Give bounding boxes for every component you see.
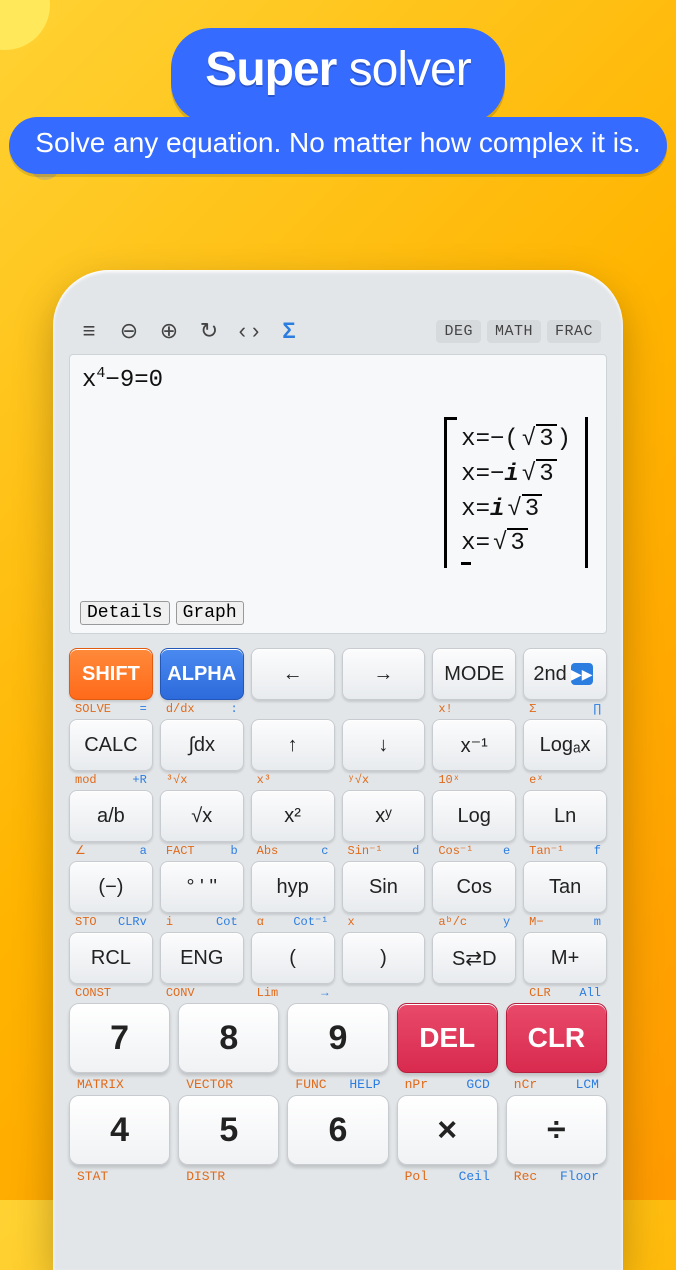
hints-row-1: SOLVE=d/dx:x!Σ∏ (69, 703, 607, 717)
solution-3: x=i3 (461, 493, 571, 528)
menu-icon[interactable]: ≡ (75, 318, 103, 344)
hints-row-5: CONSTCONVLim→CLRAll (69, 987, 607, 1001)
mode-deg[interactable]: DEG (436, 320, 481, 343)
func-row-5: RCLENG()S⇄DM+ (69, 932, 607, 984)
key-5[interactable]: 5 (178, 1095, 279, 1165)
hero-banner: Super solver Solve any equation. No matt… (0, 0, 676, 174)
key-row5-0[interactable]: RCL (69, 932, 153, 984)
key-row4-5[interactable]: Tan (523, 861, 607, 913)
num-row-1: 7 8 9 DEL CLR (69, 1003, 607, 1073)
key-row4-4[interactable]: Cos (432, 861, 516, 913)
phone-frame: ≡ ⊖ ⊕ ↻ ‹ › Σ DEG MATH FRAC x4−9=0 x=−(3… (53, 270, 623, 1270)
key-multiply[interactable]: × (397, 1095, 498, 1165)
key-row4-2[interactable]: hyp (251, 861, 335, 913)
solution-4: x=3 (461, 527, 571, 562)
solution-1: x=−(3) (461, 423, 571, 458)
key-row4-1[interactable]: ° ' '' (160, 861, 244, 913)
toolbar: ≡ ⊖ ⊕ ↻ ‹ › Σ DEG MATH FRAC (69, 316, 607, 354)
mode-math[interactable]: MATH (487, 320, 541, 343)
solution-2: x=−i3 (461, 458, 571, 493)
mode-indicators: DEG MATH FRAC (436, 320, 601, 343)
key-9[interactable]: 9 (287, 1003, 388, 1073)
left-key[interactable]: ← (251, 648, 335, 700)
zoom-in-icon[interactable]: ⊕ (155, 318, 183, 344)
clr-key[interactable]: CLR (506, 1003, 607, 1073)
calc-display: x4−9=0 x=−(3) x=−i3 x=i3 x=3 Details Gra… (69, 354, 607, 634)
key-7[interactable]: 7 (69, 1003, 170, 1073)
forward-icon: ▶▶ (571, 663, 593, 685)
refresh-icon[interactable]: ↻ (195, 318, 223, 344)
key-row5-5[interactable]: M+ (523, 932, 607, 984)
key-row5-3[interactable]: ) (342, 932, 426, 984)
num-row-2: 4 5 6 × ÷ (69, 1095, 607, 1165)
hero-title: Super solver (205, 42, 470, 97)
keypad: SHIFT ALPHA ← → MODE 2nd▶▶ SOLVE=d/dx:x!… (69, 648, 607, 1184)
details-button[interactable]: Details (80, 601, 170, 625)
zoom-out-icon[interactable]: ⊖ (115, 318, 143, 344)
hints-row-4: STOCLRviCotαCot⁻¹xaᵇ/cyM−m (69, 916, 607, 930)
key-row4-3[interactable]: Sin (342, 861, 426, 913)
func-row-2: CALC∫dx↑↓x⁻¹Logₐx (69, 719, 607, 771)
key-row2-4[interactable]: x⁻¹ (432, 719, 516, 771)
solutions-bracket: x=−(3) x=−i3 x=i3 x=3 (444, 417, 588, 568)
mode-key[interactable]: MODE (432, 648, 516, 700)
key-row2-3[interactable]: ↓ (342, 719, 426, 771)
num-hints-2: STATDISTRPolCeilRecFloor (69, 1169, 607, 1184)
key-row5-1[interactable]: ENG (160, 932, 244, 984)
hints-row-3: ∠aFACTbAbscSin⁻¹dCos⁻¹eTan⁻¹f (69, 845, 607, 859)
key-4[interactable]: 4 (69, 1095, 170, 1165)
key-row5-2[interactable]: ( (251, 932, 335, 984)
right-key[interactable]: → (342, 648, 426, 700)
key-row2-0[interactable]: CALC (69, 719, 153, 771)
title-bubble: Super solver (171, 28, 504, 123)
key-row2-5[interactable]: Logₐx (523, 719, 607, 771)
subtitle-bubble: Solve any equation. No matter how comple… (0, 117, 676, 174)
key-8[interactable]: 8 (178, 1003, 279, 1073)
code-icon[interactable]: ‹ › (235, 318, 263, 344)
del-key[interactable]: DEL (397, 1003, 498, 1073)
key-row4-0[interactable]: (−) (69, 861, 153, 913)
hints-row-2: mod+R³√xx³ʸ√x10ˣeˣ (69, 774, 607, 788)
key-row3-1[interactable]: √x (160, 790, 244, 842)
key-row2-1[interactable]: ∫dx (160, 719, 244, 771)
key-divide[interactable]: ÷ (506, 1095, 607, 1165)
key-row3-5[interactable]: Ln (523, 790, 607, 842)
key-row2-2[interactable]: ↑ (251, 719, 335, 771)
mode-frac[interactable]: FRAC (547, 320, 601, 343)
key-row3-0[interactable]: a/b (69, 790, 153, 842)
key-6[interactable]: 6 (287, 1095, 388, 1165)
sigma-icon[interactable]: Σ (275, 318, 303, 344)
alpha-key[interactable]: ALPHA (160, 648, 244, 700)
key-row5-4[interactable]: S⇄D (432, 932, 516, 984)
hero-subtitle: Solve any equation. No matter how comple… (9, 117, 666, 174)
key-row3-4[interactable]: Log (432, 790, 516, 842)
key-row3-2[interactable]: x² (251, 790, 335, 842)
expression: x4−9=0 (82, 365, 594, 394)
num-hints-1: MATRIXVECTORFUNCHELPnPrGCDnCrLCM (69, 1077, 607, 1092)
shift-key[interactable]: SHIFT (69, 648, 153, 700)
key-row3-3[interactable]: xʸ (342, 790, 426, 842)
graph-button[interactable]: Graph (176, 601, 244, 625)
func-row-4: (−)° ' ''hypSinCosTan (69, 861, 607, 913)
func-row-3: a/b√xx²xʸLogLn (69, 790, 607, 842)
second-key[interactable]: 2nd▶▶ (523, 648, 607, 700)
